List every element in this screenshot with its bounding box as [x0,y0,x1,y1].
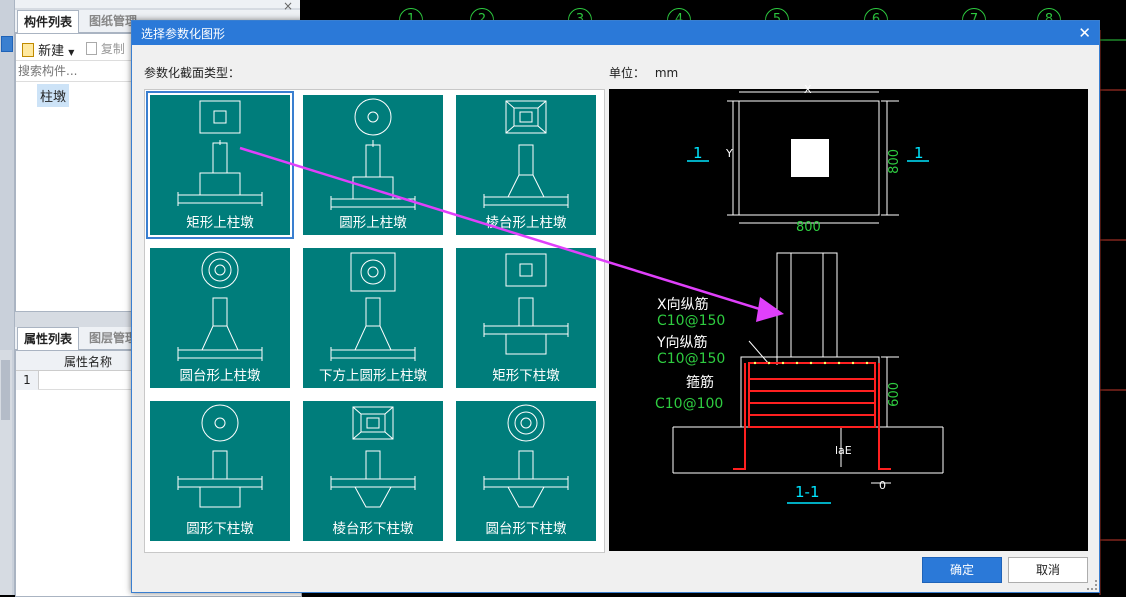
height-dimension: 800 [887,149,902,174]
depth-dimension: 600 [887,382,902,407]
shape-option-frustum-lower[interactable]: 棱台形下柱墩 [303,401,443,541]
y-rebar-label: Y向纵筋 [657,335,708,351]
tree-item-column-pier[interactable]: 柱墩 [37,84,70,107]
select-parametric-shape-dialog: 选择参数化图形 ✕ 参数化截面类型： 单位： mm 矩形上柱墩 圆形上柱墩 棱台… [131,20,1100,593]
unit-label-text: 单位： [609,66,646,80]
shape-grid: 矩形上柱墩 圆形上柱墩 棱台形上柱墩 圆台形上柱墩 下方上圆形上柱墩 矩形下柱墩… [144,89,605,553]
x-rebar-label: X向纵筋 [657,297,709,313]
row-number: 1 [16,371,39,390]
shape-option-frustum-upper[interactable]: 棱台形上柱墩 [456,95,596,235]
close-icon[interactable]: ✕ [1078,24,1091,42]
new-label: 新建 [38,44,65,59]
shape-option-label: 圆台形下柱墩 [485,521,567,537]
shape-option-label: 圆台形上柱墩 [179,368,261,384]
width-dimension: 800 [796,220,821,235]
panel-top [15,0,300,8]
shape-option-label: 下方上圆形上柱墩 [319,368,427,384]
copy-button[interactable]: 复制 [86,40,125,57]
y-rebar-value: C10@150 [657,351,726,367]
tab-property-list[interactable]: 属性列表 [17,327,80,350]
shape-option-cone-lower[interactable]: 圆台形下柱墩 [456,401,596,541]
x-rebar-value: C10@150 [657,313,726,329]
section-type-label: 参数化截面类型： [144,66,241,80]
dialog-title: 选择参数化图形 [141,27,226,41]
unit-label: 单位： mm [609,64,678,81]
scrollbar[interactable] [0,350,12,595]
shape-option-rect-upper[interactable]: 矩形上柱墩 [146,91,294,239]
stirrup-value: C10@100 [655,396,724,412]
bottom-dimension: 0 [879,479,886,492]
shape-option-label: 圆形上柱墩 [339,215,407,231]
resize-grip[interactable] [1087,580,1097,590]
section-title: 1-1 [795,483,820,501]
anchor-length-label: laE [835,444,852,457]
cancel-button[interactable]: 取消 [1008,557,1088,583]
shape-option-label: 矩形上柱墩 [186,215,254,231]
column-header-property-name: 属性名称 [64,355,113,369]
shape-option-square-bottom-round-top[interactable]: 下方上圆形上柱墩 [303,248,443,388]
shape-option-label: 棱台形下柱墩 [332,521,414,537]
section-mark-left: 1 [693,144,703,162]
shape-option-cone-upper[interactable]: 圆台形上柱墩 [150,248,290,388]
tab-component-list[interactable]: 构件列表 [17,10,80,33]
new-icon [22,43,34,57]
unit-value: mm [654,66,679,80]
ok-button[interactable]: 确定 [922,557,1002,583]
scrollbar-thumb[interactable] [1,360,10,420]
section-mark-right: 1 [914,144,924,162]
shape-preview: X Y 800 800 1 1 X向纵筋 C10@150 Y向纵筋 C10@15… [609,83,1088,551]
shape-option-rect-lower[interactable]: 矩形下柱墩 [456,248,596,388]
shape-option-circle-upper[interactable]: 圆形上柱墩 [303,95,443,235]
new-button[interactable]: 新建 ▼ [22,40,74,59]
shape-option-label: 圆形下柱墩 [186,521,254,537]
copy-label: 复制 [100,42,125,56]
dialog-title-bar[interactable]: 选择参数化图形 ✕ [132,21,1099,45]
shape-option-circle-lower[interactable]: 圆形下柱墩 [150,401,290,541]
chevron-down-icon: ▼ [68,48,75,57]
nav-icon[interactable] [1,36,13,52]
x-dim-label: X [804,83,812,96]
stirrup-label: 箍筋 [686,375,714,391]
y-dim-label: Y [726,147,733,160]
shape-option-label: 矩形下柱墩 [492,368,560,384]
copy-icon [86,42,97,55]
shape-option-label: 棱台形上柱墩 [485,215,567,231]
